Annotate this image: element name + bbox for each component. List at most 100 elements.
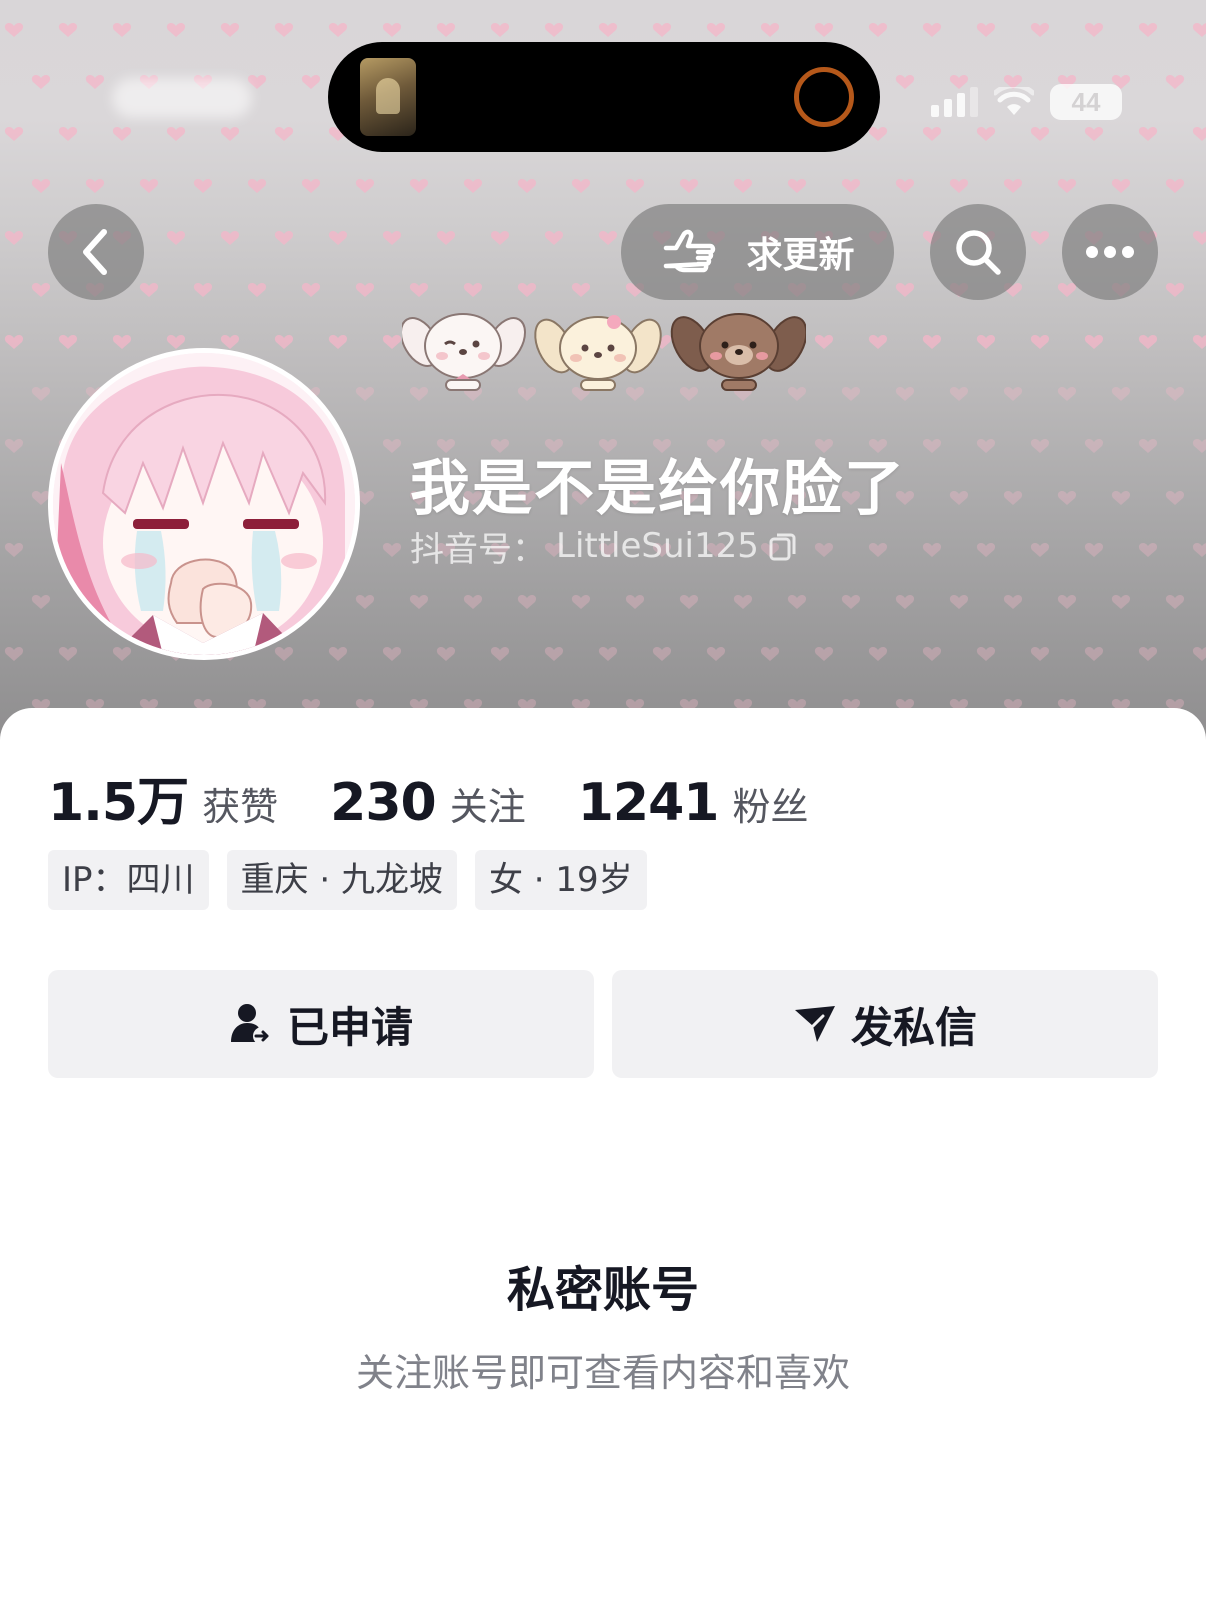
search-button[interactable] xyxy=(930,204,1026,300)
heart-pattern-mark xyxy=(409,283,429,297)
profile-tags: IP：四川 重庆 · 九龙坡 女 · 19岁 xyxy=(48,850,647,910)
chevron-left-icon xyxy=(83,229,107,275)
heart-pattern-mark xyxy=(544,231,564,245)
heart-pattern-mark xyxy=(1138,127,1158,141)
heart-pattern-mark xyxy=(679,179,699,193)
heart-pattern-mark xyxy=(679,595,699,609)
heart-pattern-mark xyxy=(220,335,240,349)
stat-likes[interactable]: 1.5万 获赞 xyxy=(48,760,278,835)
heart-pattern-mark xyxy=(1084,23,1104,37)
heart-pattern-mark xyxy=(4,543,24,557)
heart-pattern-mark xyxy=(1057,595,1077,609)
heart-pattern-mark xyxy=(166,231,186,245)
heart-pattern-mark xyxy=(463,595,483,609)
heart-pattern-mark xyxy=(382,335,402,349)
heart-pattern-mark xyxy=(1165,387,1185,401)
heart-pattern-mark xyxy=(1003,595,1023,609)
followers-count: 1241 xyxy=(577,773,720,833)
heart-pattern-mark xyxy=(895,387,915,401)
heart-pattern-mark xyxy=(85,179,105,193)
more-dots-icon xyxy=(1086,246,1134,258)
request-update-button[interactable]: 求更新 xyxy=(621,204,894,300)
heart-pattern-mark xyxy=(1057,283,1077,297)
heart-pattern-mark xyxy=(1003,491,1023,505)
user-request-icon xyxy=(230,1004,271,1045)
back-button[interactable] xyxy=(48,204,144,300)
tag-gender-age: 女 · 19岁 xyxy=(474,850,647,910)
stat-followers[interactable]: 1241 粉丝 xyxy=(578,773,809,833)
heart-pattern-mark xyxy=(895,283,915,297)
heart-pattern-mark xyxy=(976,543,996,557)
heart-pattern-mark xyxy=(382,543,402,557)
heart-pattern-mark xyxy=(4,439,24,453)
profile-stats: 1.5万 获赞 230 关注 1241 粉丝 xyxy=(48,760,860,833)
heart-pattern-mark xyxy=(1057,387,1077,401)
heart-pattern-mark xyxy=(625,179,645,193)
pointing-hand-icon xyxy=(664,229,716,273)
heart-pattern-mark xyxy=(247,75,267,89)
heart-pattern-mark xyxy=(895,595,915,609)
heart-pattern-mark xyxy=(301,75,321,89)
puppy-stickers-decoration xyxy=(402,313,806,391)
heart-pattern-mark xyxy=(436,23,456,37)
heart-pattern-mark xyxy=(1111,179,1131,193)
heart-pattern-mark xyxy=(193,179,213,193)
heart-pattern-mark xyxy=(517,595,537,609)
more-options-button[interactable] xyxy=(1062,204,1158,300)
heart-pattern-mark xyxy=(517,283,537,297)
heart-pattern-mark xyxy=(1193,647,1206,661)
heart-pattern-mark xyxy=(301,283,321,297)
send-message-button[interactable]: 发私信 xyxy=(612,970,1158,1078)
copy-icon[interactable] xyxy=(769,531,797,561)
heart-pattern-mark xyxy=(1084,543,1104,557)
heart-pattern-mark xyxy=(517,179,537,193)
heart-pattern-mark xyxy=(949,595,969,609)
heart-pattern-mark xyxy=(409,179,429,193)
heart-pattern-mark xyxy=(841,595,861,609)
profile-page: 44 求更新 我是不是给你脸了 抖音号： LittleSui125 1.5万 获… xyxy=(0,0,1206,1620)
heart-pattern-mark xyxy=(1165,179,1185,193)
douyin-id-row[interactable]: 抖音号： LittleSui125 xyxy=(410,524,797,570)
heart-pattern-mark xyxy=(4,127,24,141)
heart-pattern-mark xyxy=(922,23,942,37)
following-count: 230 xyxy=(330,773,437,833)
tag-location[interactable]: 重庆 · 九龙坡 xyxy=(226,850,457,910)
heart-pattern-mark xyxy=(4,647,24,661)
heart-pattern-mark xyxy=(949,179,969,193)
heart-pattern-mark xyxy=(976,647,996,661)
heart-pattern-mark xyxy=(652,647,672,661)
heart-pattern-mark xyxy=(1165,595,1185,609)
heart-pattern-mark xyxy=(760,647,780,661)
heart-pattern-mark xyxy=(328,335,348,349)
stat-following[interactable]: 230 关注 xyxy=(330,773,526,833)
heart-pattern-mark xyxy=(868,23,888,37)
private-account-title: 私密账号 xyxy=(506,1262,699,1318)
heart-pattern-mark xyxy=(355,595,375,609)
avatar[interactable] xyxy=(48,348,360,660)
heart-pattern-mark xyxy=(490,23,510,37)
status-indicators: 44 xyxy=(931,82,1122,122)
heart-pattern-mark xyxy=(1003,387,1023,401)
heart-pattern-mark xyxy=(976,23,996,37)
heart-pattern-mark xyxy=(382,439,402,453)
heart-pattern-mark xyxy=(1057,179,1077,193)
following-label: 关注 xyxy=(449,785,526,829)
heart-pattern-mark xyxy=(841,387,861,401)
heart-pattern-mark xyxy=(1030,23,1050,37)
heart-pattern-mark xyxy=(1193,127,1206,141)
douyin-id-label: 抖音号： xyxy=(410,529,546,570)
heart-pattern-mark xyxy=(976,439,996,453)
heart-pattern-mark xyxy=(922,335,942,349)
follow-requested-button[interactable]: 已申请 xyxy=(48,970,594,1078)
heart-pattern-mark xyxy=(112,647,132,661)
dynamic-island[interactable] xyxy=(328,42,880,152)
heart-pattern-mark xyxy=(274,647,294,661)
heart-pattern-mark xyxy=(58,335,78,349)
heart-pattern-mark xyxy=(814,647,834,661)
heart-pattern-mark xyxy=(58,127,78,141)
heart-pattern-mark xyxy=(1165,283,1185,297)
search-icon xyxy=(956,230,1001,275)
heart-pattern-mark xyxy=(571,179,591,193)
follow-requested-label: 已申请 xyxy=(286,1002,413,1052)
heart-pattern-mark xyxy=(58,647,78,661)
